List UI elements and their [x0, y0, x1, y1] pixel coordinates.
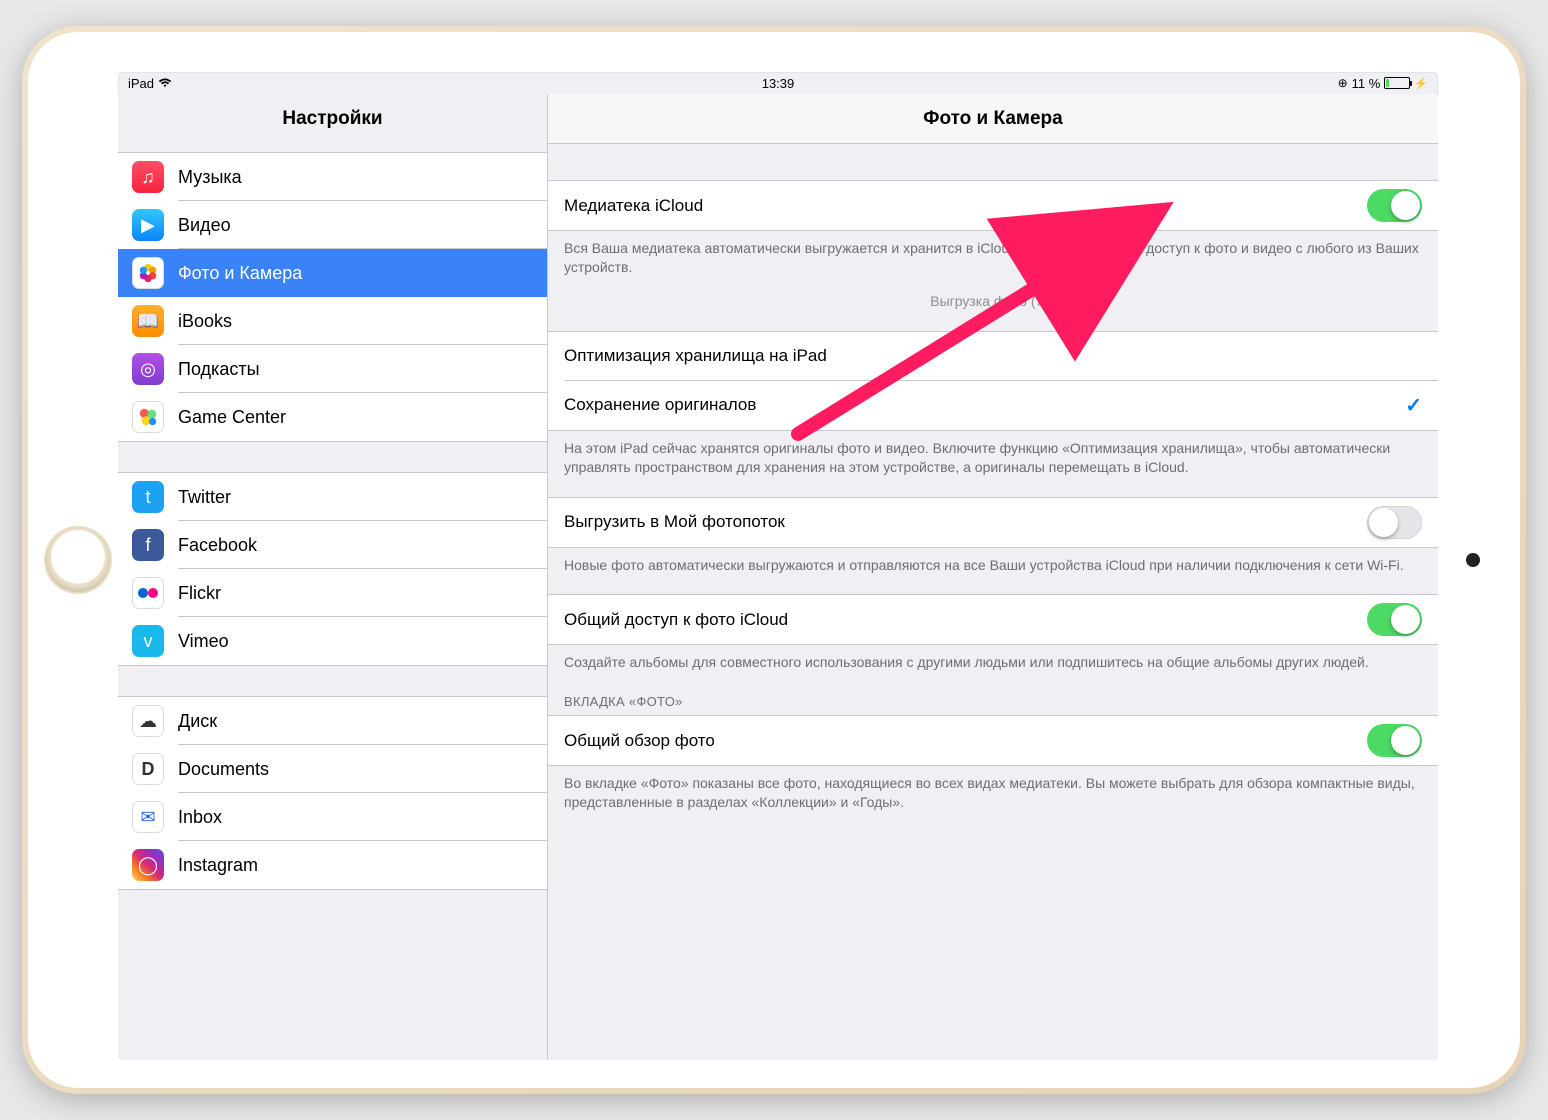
sidebar-item-documents[interactable]: D Documents	[118, 745, 547, 793]
sidebar-group-media: ♫ Музыка ▶ Видео Фото и	[118, 152, 547, 442]
orientation-lock-icon: ⊕	[1338, 76, 1348, 90]
status-left: iPad	[128, 76, 172, 91]
toggle-photo-summary[interactable]	[1367, 724, 1422, 757]
flickr-icon	[132, 577, 164, 609]
detail-nav: Фото и Камера	[548, 94, 1438, 144]
detail-title: Фото и Камера	[548, 108, 1438, 130]
sidebar-group-apps: ☁ Диск D Documents ✉ Inbox	[118, 696, 547, 890]
row-photo-summary[interactable]: Общий обзор фото	[548, 716, 1438, 765]
toggle-shared-icloud[interactable]	[1367, 603, 1422, 636]
sidebar-item-music[interactable]: ♫ Музыка	[118, 153, 547, 201]
sidebar-item-twitter[interactable]: t Twitter	[118, 473, 547, 521]
sidebar-item-label: Vimeo	[178, 631, 229, 652]
sidebar-item-gamecenter[interactable]: Game Center	[118, 393, 547, 441]
sidebar-item-instagram[interactable]: ◯ Instagram	[118, 841, 547, 889]
sidebar-group-social: t Twitter f Facebook Fl	[118, 472, 547, 666]
music-icon: ♫	[132, 161, 164, 193]
photos-tab-header: ВКЛАДКА «ФОТО»	[548, 674, 1438, 715]
sidebar-item-video[interactable]: ▶ Видео	[118, 201, 547, 249]
row-label: Выгрузить в Мой фотопоток	[564, 512, 1367, 532]
sidebar-item-label: Диск	[178, 711, 217, 732]
sidebar-item-label: Музыка	[178, 167, 242, 188]
icloud-library-footer: Вся Ваша медиатека автоматически выгружа…	[548, 231, 1438, 279]
row-photostream[interactable]: Выгрузить в Мой фотопоток	[548, 498, 1438, 547]
detail-pane[interactable]: Фото и Камера Медиатека iCloud Вся Ваша …	[548, 94, 1438, 1060]
vimeo-icon: v	[132, 625, 164, 657]
sidebar-item-label: Instagram	[178, 855, 258, 876]
photos-icon	[132, 257, 164, 289]
sidebar-item-label: Documents	[178, 759, 269, 780]
status-bar: iPad 13:39 ⊕ 11 % ⚡	[118, 72, 1438, 94]
photostream-group: Выгрузить в Мой фотопоток	[548, 497, 1438, 548]
row-optimize-storage[interactable]: Оптимизация хранилища на iPad	[548, 332, 1438, 381]
battery-percent: 11 %	[1352, 76, 1381, 91]
sidebar-item-ibooks[interactable]: 📖 iBooks	[118, 297, 547, 345]
ipad-device: iPad 13:39 ⊕ 11 % ⚡ Настройки	[22, 26, 1526, 1094]
sidebar-item-inbox[interactable]: ✉ Inbox	[118, 793, 547, 841]
sidebar-item-label: Game Center	[178, 407, 286, 428]
row-label: Общий обзор фото	[564, 731, 1367, 751]
sidebar-item-label: Inbox	[178, 807, 222, 828]
status-right: ⊕ 11 % ⚡	[1338, 76, 1428, 91]
row-label: Сохранение оригиналов	[564, 395, 1405, 415]
photostream-footer: Новые фото автоматически выгружаются и о…	[548, 548, 1438, 577]
sidebar-item-label: Фото и Камера	[178, 263, 302, 284]
row-label: Медиатека iCloud	[564, 196, 1367, 216]
upload-status: Выгрузка фото (72)	[548, 279, 1438, 331]
inbox-icon: ✉	[132, 801, 164, 833]
summary-group: Общий обзор фото	[548, 715, 1438, 766]
row-keep-originals[interactable]: Сохранение оригиналов ✓	[548, 381, 1438, 430]
storage-options-group: Оптимизация хранилища на iPad Сохранение…	[548, 331, 1438, 431]
row-label: Оптимизация хранилища на iPad	[564, 346, 1422, 366]
summary-footer: Во вкладке «Фото» показаны все фото, нах…	[548, 766, 1438, 814]
toggle-photostream[interactable]	[1367, 506, 1422, 539]
device-bezel: iPad 13:39 ⊕ 11 % ⚡ Настройки	[28, 32, 1520, 1088]
sidebar-item-label: Видео	[178, 215, 231, 236]
ibooks-icon: 📖	[132, 305, 164, 337]
sidebar-item-facebook[interactable]: f Facebook	[118, 521, 547, 569]
twitter-icon: t	[132, 481, 164, 513]
sidebar-item-label: Twitter	[178, 487, 231, 508]
documents-icon: D	[132, 753, 164, 785]
sidebar-item-podcasts[interactable]: ◎ Подкасты	[118, 345, 547, 393]
sidebar-item-label: Facebook	[178, 535, 257, 556]
yandex-disk-icon: ☁	[132, 705, 164, 737]
row-label: Общий доступ к фото iCloud	[564, 610, 1367, 630]
icloud-library-group: Медиатека iCloud	[548, 180, 1438, 231]
settings-sidebar: Настройки ♫ Музыка ▶ Видео	[118, 94, 548, 1060]
sidebar-item-vimeo[interactable]: v Vimeo	[118, 617, 547, 665]
sidebar-item-label: Flickr	[178, 583, 221, 604]
battery-icon	[1384, 77, 1410, 89]
wifi-icon	[158, 78, 172, 88]
sidebar-item-label: iBooks	[178, 311, 232, 332]
device-name: iPad	[128, 76, 154, 91]
row-icloud-library[interactable]: Медиатека iCloud	[548, 181, 1438, 230]
front-camera	[1466, 553, 1480, 567]
sidebar-item-flickr[interactable]: Flickr	[118, 569, 547, 617]
screen: iPad 13:39 ⊕ 11 % ⚡ Настройки	[118, 72, 1438, 1060]
status-time: 13:39	[762, 76, 795, 91]
instagram-icon: ◯	[132, 849, 164, 881]
facebook-icon: f	[132, 529, 164, 561]
toggle-icloud-library[interactable]	[1367, 189, 1422, 222]
sidebar-item-label: Подкасты	[178, 359, 260, 380]
sidebar-nav: Настройки	[118, 94, 547, 144]
podcasts-icon: ◎	[132, 353, 164, 385]
shared-group: Общий доступ к фото iCloud	[548, 594, 1438, 645]
sidebar-title: Настройки	[118, 108, 547, 130]
gamecenter-icon	[132, 401, 164, 433]
storage-footer: На этом iPad сейчас хранятся оригиналы ф…	[548, 431, 1438, 479]
charging-icon: ⚡	[1414, 77, 1428, 90]
checkmark-icon: ✓	[1405, 393, 1422, 418]
video-icon: ▶	[132, 209, 164, 241]
sidebar-item-disk[interactable]: ☁ Диск	[118, 697, 547, 745]
row-shared-icloud[interactable]: Общий доступ к фото iCloud	[548, 595, 1438, 644]
sidebar-item-photos[interactable]: Фото и Камера	[118, 249, 547, 297]
sidebar-list[interactable]: ♫ Музыка ▶ Видео Фото и	[118, 144, 547, 1060]
shared-footer: Создайте альбомы для совместного использ…	[548, 645, 1438, 674]
home-button[interactable]	[46, 528, 110, 592]
